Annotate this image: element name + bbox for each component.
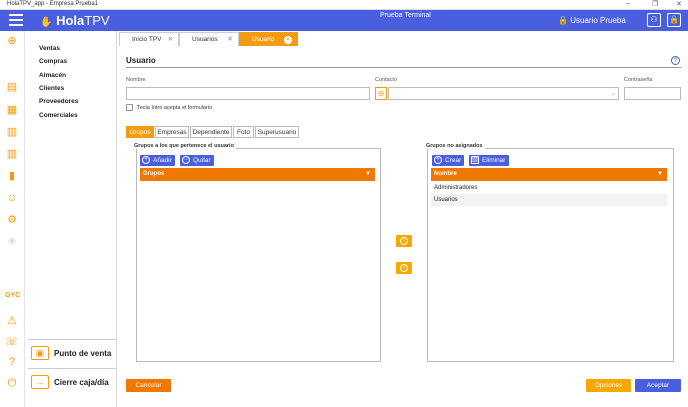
clipboard-list-icon[interactable]: ▥ xyxy=(5,147,19,161)
hamburger-menu-icon[interactable] xyxy=(9,14,23,26)
settings-gear-icon[interactable]: ⚙ xyxy=(5,213,19,227)
contacto-label: Contacto xyxy=(375,77,398,83)
receipt-icon[interactable]: ▤ xyxy=(5,80,19,94)
bar-chart-icon[interactable]: ▮ xyxy=(5,169,19,183)
tab-close-icon[interactable]: ✕ xyxy=(168,33,173,46)
subtab-dependiente[interactable]: Dependiente xyxy=(190,126,232,138)
list-item[interactable]: Administradores xyxy=(431,182,667,194)
assigned-groups-header[interactable]: Grupos ▼ xyxy=(140,168,375,181)
subtab-empresas[interactable]: Empresas xyxy=(155,126,189,138)
clipboard-icon[interactable]: ▥ xyxy=(5,125,19,139)
exit-arrow-icon: → xyxy=(31,375,49,389)
dropdown-caret-icon: ▼ xyxy=(365,171,371,177)
help-icon[interactable]: ? xyxy=(5,355,19,369)
unassigned-groups-title: Grupos no asignados xyxy=(424,143,485,149)
remove-group-button[interactable]: − Quitar xyxy=(180,155,214,166)
tab-usuarios[interactable]: Usuarios ✕ xyxy=(179,32,239,46)
subtab-superusuario[interactable]: Superusuario xyxy=(255,126,299,138)
subtab-grupos[interactable]: Grupos xyxy=(126,126,154,138)
menu-item-ventas[interactable]: Ventas xyxy=(39,45,60,52)
support-icon[interactable]: ☏ xyxy=(5,335,19,349)
logo-hand-icon: ✋ xyxy=(40,17,53,28)
arrow-right-icon: › xyxy=(400,264,408,272)
tab-close-icon[interactable]: ✕ xyxy=(284,36,292,44)
section-title: Usuario xyxy=(126,56,156,65)
accept-button[interactable]: Aceptar xyxy=(635,379,681,392)
help-icon[interactable]: ? xyxy=(671,56,680,65)
current-user[interactable]: 🔓 Usuario Prueba xyxy=(558,16,626,25)
menu-item-proveedores[interactable]: Proveedores xyxy=(39,98,78,105)
minus-icon: − xyxy=(182,156,190,164)
gyc-label[interactable]: GYC xyxy=(5,292,20,299)
menu-item-compras[interactable]: Compras xyxy=(39,58,67,65)
close-icon[interactable]: ✕ xyxy=(676,0,682,8)
arrow-left-icon: ‹ xyxy=(400,237,408,245)
close-register-button[interactable]: → Cierre caja/día xyxy=(28,368,116,396)
delete-group-button[interactable]: ▥ Eliminar xyxy=(469,155,509,166)
maximize-icon[interactable]: ❐ xyxy=(652,0,658,8)
tag-icon: ◈ xyxy=(7,235,17,247)
assigned-groups-title: Grupos a los que pertenece el usuario xyxy=(132,143,236,149)
add-group-button[interactable]: + Añadir xyxy=(140,155,175,166)
warning-icon[interactable]: ⚠ xyxy=(5,314,19,328)
list-item[interactable]: Usuarios xyxy=(431,194,667,206)
dropdown-caret-icon: ▼ xyxy=(657,171,663,177)
user-profile-icon[interactable]: ⚇ xyxy=(647,13,661,27)
point-of-sale-button[interactable]: ▣ Punto de venta xyxy=(28,339,116,367)
contact-search-icon[interactable]: ⊖ xyxy=(375,87,387,100)
contacto-select[interactable]: ⌄ xyxy=(388,87,619,100)
options-button[interactable]: Opciones xyxy=(586,379,631,392)
users-icon[interactable]: ☺ xyxy=(5,191,19,205)
lock-screen-icon[interactable]: 🔒 xyxy=(667,13,681,27)
window-titlebar: HolaTPV_app - Empresa Prueba1 – ❐ ✕ xyxy=(0,0,688,10)
move-right-button[interactable]: › xyxy=(396,262,412,274)
boxes-icon[interactable]: ▦ xyxy=(5,103,19,117)
section-divider xyxy=(126,67,681,68)
trash-icon: ▥ xyxy=(471,156,479,164)
app-logo: ✋ HolaTPV xyxy=(40,13,110,28)
enter-accepts-checkbox[interactable] xyxy=(126,104,133,111)
cash-register-icon: ▣ xyxy=(31,346,49,360)
unlock-icon: 🔓 xyxy=(558,16,568,25)
icon-rail: ⊕ ▤ ▦ ▥ ▥ ▮ ☺ ⚙ ◈ GYC ⚠ ☏ ? ⏻ xyxy=(0,31,25,407)
minimize-icon[interactable]: – xyxy=(626,0,630,7)
power-icon[interactable]: ⏻ xyxy=(5,376,19,390)
plus-icon: + xyxy=(434,156,442,164)
menu-item-clientes[interactable]: Clientes xyxy=(39,85,64,92)
window-title: HolaTPV_app - Empresa Prueba1 xyxy=(7,1,99,7)
menu-item-almacen[interactable]: Almacén xyxy=(39,72,66,79)
nombre-label: Nombre xyxy=(126,77,146,83)
tab-usuario[interactable]: Usuario ✕ xyxy=(239,32,298,46)
unassigned-groups-header[interactable]: Nombre ▼ xyxy=(431,168,667,181)
app-bar: ✋ HolaTPV Prueba Terminal 🔓 Usuario Prue… xyxy=(0,10,688,31)
tab-close-icon[interactable]: ✕ xyxy=(228,33,233,46)
tab-inicio-tpv[interactable]: Inicio TPV ✕ xyxy=(119,32,179,46)
nombre-field[interactable] xyxy=(126,87,370,100)
plus-icon: + xyxy=(142,156,150,164)
add-circle-icon[interactable]: ⊕ xyxy=(5,34,19,48)
menu-item-comerciales[interactable]: Comerciales xyxy=(39,112,78,119)
enter-accepts-label: Tecla Intro acepta el formulario xyxy=(137,105,213,111)
contrasena-label: Contraseña xyxy=(624,77,653,83)
chevron-down-icon: ⌄ xyxy=(610,91,616,97)
create-group-button[interactable]: + Crear xyxy=(432,155,464,166)
move-left-button[interactable]: ‹ xyxy=(396,235,412,247)
subtab-foto[interactable]: Foto xyxy=(233,126,254,138)
cancel-button[interactable]: Cancelar xyxy=(126,379,171,392)
contrasena-field[interactable] xyxy=(624,87,681,100)
terminal-title: Prueba Terminal xyxy=(380,12,431,19)
